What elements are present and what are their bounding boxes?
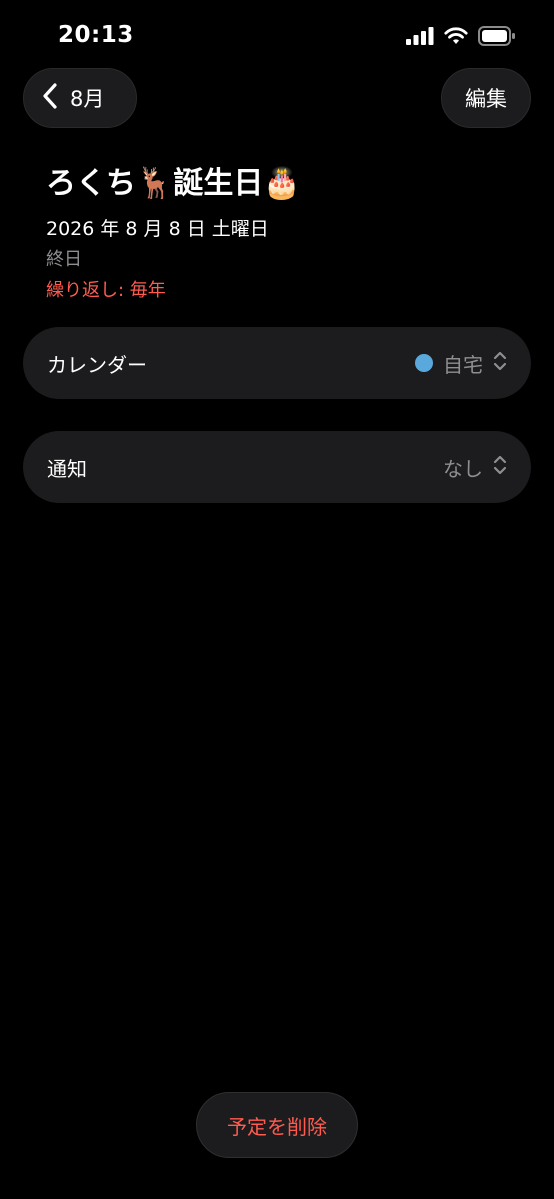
calendar-row-label: カレンダー <box>47 352 147 377</box>
event-date: 2026 年 8 月 8 日 土曜日 <box>46 218 269 240</box>
alert-value: なし <box>443 456 483 481</box>
calendar-row-value: 自宅 <box>415 349 507 378</box>
status-time: 20:13 <box>58 22 134 48</box>
cellular-signal-icon <box>406 27 434 49</box>
edit-button[interactable]: 編集 <box>441 68 531 128</box>
back-button[interactable]: 8月 <box>23 68 137 128</box>
status-bar: 20:13 <box>0 0 554 70</box>
alert-row-value: なし <box>443 453 507 482</box>
calendar-color-dot <box>415 354 433 372</box>
chevron-left-icon <box>42 83 58 113</box>
event-title: ろくち🦌誕生日🎂 <box>46 166 301 201</box>
calendar-row[interactable]: カレンダー 自宅 <box>23 327 531 399</box>
alert-row[interactable]: 通知 なし <box>23 431 531 503</box>
chevron-up-down-icon <box>493 350 507 377</box>
battery-icon <box>478 26 516 50</box>
wifi-icon <box>444 27 468 49</box>
alert-row-label: 通知 <box>47 456 87 481</box>
calendar-name: 自宅 <box>443 352 483 377</box>
event-repeat: 繰り返し: 毎年 <box>46 280 166 301</box>
back-button-label: 8月 <box>70 87 105 111</box>
chevron-up-down-icon <box>493 454 507 481</box>
delete-event-button[interactable]: 予定を削除 <box>196 1092 358 1158</box>
status-icons <box>406 26 516 50</box>
event-all-day: 終日 <box>46 249 82 270</box>
